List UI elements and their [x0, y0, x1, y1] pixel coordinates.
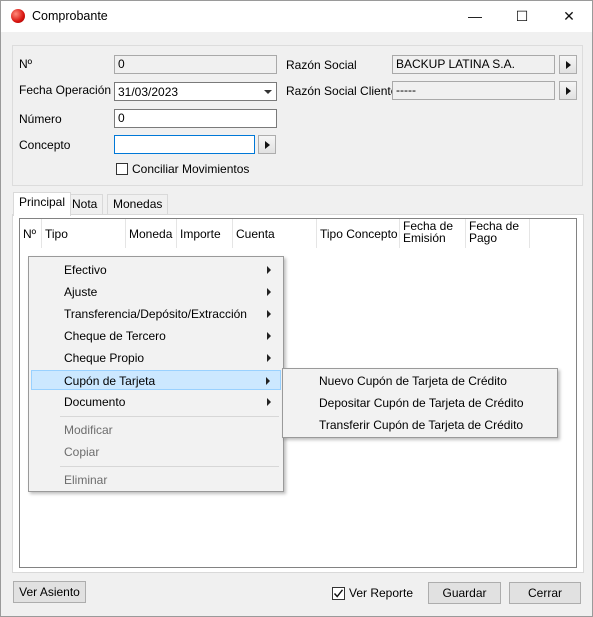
razon-social-label: Razón Social: [286, 58, 357, 72]
play-arrow-icon: [566, 87, 571, 95]
menu-item-label: Modificar: [64, 423, 113, 437]
menu-item-documento[interactable]: Documento: [31, 392, 281, 412]
menu-separator: [60, 416, 279, 417]
menu-item-label: Documento: [64, 395, 126, 409]
razon-social-cliente-select-button[interactable]: [559, 81, 577, 100]
menu-item-label: Efectivo: [64, 263, 107, 277]
comprobante-window: Comprobante — ☐ ✕ Nº 0 Fecha Operación 3…: [0, 0, 593, 617]
menu-separator: [60, 466, 279, 467]
chevron-down-icon[interactable]: [264, 90, 272, 94]
menu-item-nuevo-cupon[interactable]: Nuevo Cupón de Tarjeta de Crédito: [285, 371, 555, 391]
numero-field[interactable]: 0: [114, 109, 277, 128]
column-header-fecha-pago[interactable]: Fecha de Pago: [466, 219, 530, 248]
menu-item-label: Cheque Propio: [64, 351, 145, 365]
ver-asiento-button[interactable]: Ver Asiento: [13, 581, 86, 603]
tab-monedas[interactable]: Monedas: [107, 194, 169, 214]
menu-item-transferencia[interactable]: Transferencia/Depósito/Extracción: [31, 304, 281, 324]
submenu-arrow-icon: [267, 288, 271, 296]
nro-label: Nº: [19, 57, 33, 71]
submenu-arrow-icon: [267, 310, 271, 318]
play-arrow-icon: [566, 61, 571, 69]
menu-item-depositar-cupon[interactable]: Depositar Cupón de Tarjeta de Crédito: [285, 393, 555, 413]
menu-item-efectivo[interactable]: Efectivo: [31, 260, 281, 280]
app-icon: [11, 9, 25, 23]
column-header-tipo-concepto[interactable]: Tipo Concepto: [317, 219, 400, 248]
maximize-button[interactable]: ☐: [499, 1, 545, 32]
column-header-cuenta[interactable]: Cuenta: [233, 219, 317, 248]
conciliar-movimientos-checkbox[interactable]: [116, 163, 128, 175]
menu-item-label: Eliminar: [64, 473, 108, 487]
submenu-arrow-icon: [267, 354, 271, 362]
minimize-button[interactable]: —: [452, 1, 498, 32]
menu-item-modificar: Modificar: [31, 420, 281, 440]
numero-label: Número: [19, 112, 62, 126]
tab-principal[interactable]: Principal: [13, 192, 72, 216]
context-menu: Efectivo Ajuste Transferencia/Depósito/E…: [28, 256, 284, 492]
cerrar-button[interactable]: Cerrar: [509, 582, 581, 604]
column-header-importe[interactable]: Importe: [177, 219, 233, 248]
menu-item-label: Cupón de Tarjeta: [64, 374, 156, 388]
menu-item-transferir-cupon[interactable]: Transferir Cupón de Tarjeta de Crédito: [285, 415, 555, 435]
menu-item-cheque-propio[interactable]: Cheque Propio: [31, 348, 281, 368]
menu-item-label: Transferir Cupón de Tarjeta de Crédito: [319, 418, 524, 432]
razon-social-cliente-field[interactable]: -----: [392, 81, 555, 100]
checkmark-icon: [333, 589, 344, 598]
window-title: Comprobante: [32, 9, 108, 23]
fecha-operacion-value: 31/03/2023: [118, 85, 179, 99]
razon-social-cliente-label: Razón Social Cliente: [286, 84, 398, 98]
conciliar-movimientos-label: Conciliar Movimientos: [132, 162, 250, 176]
submenu-arrow-icon: [266, 377, 270, 385]
fecha-operacion-picker[interactable]: 31/03/2023: [114, 82, 277, 101]
title-bar: Comprobante — ☐ ✕: [1, 1, 592, 32]
ver-reporte-checkbox[interactable]: [332, 587, 345, 600]
menu-item-cheque-tercero[interactable]: Cheque de Tercero: [31, 326, 281, 346]
fecha-operacion-label: Fecha Operación: [19, 83, 112, 97]
column-header-nro[interactable]: Nº: [20, 219, 42, 248]
menu-item-ajuste[interactable]: Ajuste: [31, 282, 281, 302]
menu-item-label: Nuevo Cupón de Tarjeta de Crédito: [319, 374, 507, 388]
nro-field[interactable]: 0: [114, 55, 277, 74]
menu-item-label: Ajuste: [64, 285, 98, 299]
razon-social-select-button[interactable]: [559, 55, 577, 74]
ver-reporte-label: Ver Reporte: [349, 586, 414, 600]
play-arrow-icon: [265, 141, 270, 149]
column-header-fecha-emision[interactable]: Fecha de Emisión: [400, 219, 466, 248]
tab-nota[interactable]: Nota: [66, 194, 104, 214]
razon-social-field[interactable]: BACKUP LATINA S.A.: [392, 55, 555, 74]
menu-item-label: Copiar: [64, 445, 100, 459]
menu-item-eliminar: Eliminar: [31, 470, 281, 490]
guardar-button[interactable]: Guardar: [428, 582, 501, 604]
column-header-moneda[interactable]: Moneda: [126, 219, 177, 248]
close-button[interactable]: ✕: [546, 1, 592, 32]
menu-item-cupon-tarjeta[interactable]: Cupón de Tarjeta: [31, 370, 281, 390]
column-header-tipo[interactable]: Tipo: [42, 219, 126, 248]
menu-item-copiar: Copiar: [31, 442, 281, 462]
concepto-select-button[interactable]: [258, 135, 276, 154]
menu-item-label: Depositar Cupón de Tarjeta de Crédito: [319, 396, 524, 410]
submenu-arrow-icon: [267, 266, 271, 274]
cupon-tarjeta-submenu: Nuevo Cupón de Tarjeta de Crédito Deposi…: [282, 368, 558, 438]
concepto-field[interactable]: [114, 135, 255, 154]
menu-item-label: Cheque de Tercero: [64, 329, 166, 343]
submenu-arrow-icon: [267, 332, 271, 340]
submenu-arrow-icon: [267, 398, 271, 406]
concepto-label: Concepto: [19, 138, 71, 152]
menu-item-label: Transferencia/Depósito/Extracción: [64, 307, 247, 321]
